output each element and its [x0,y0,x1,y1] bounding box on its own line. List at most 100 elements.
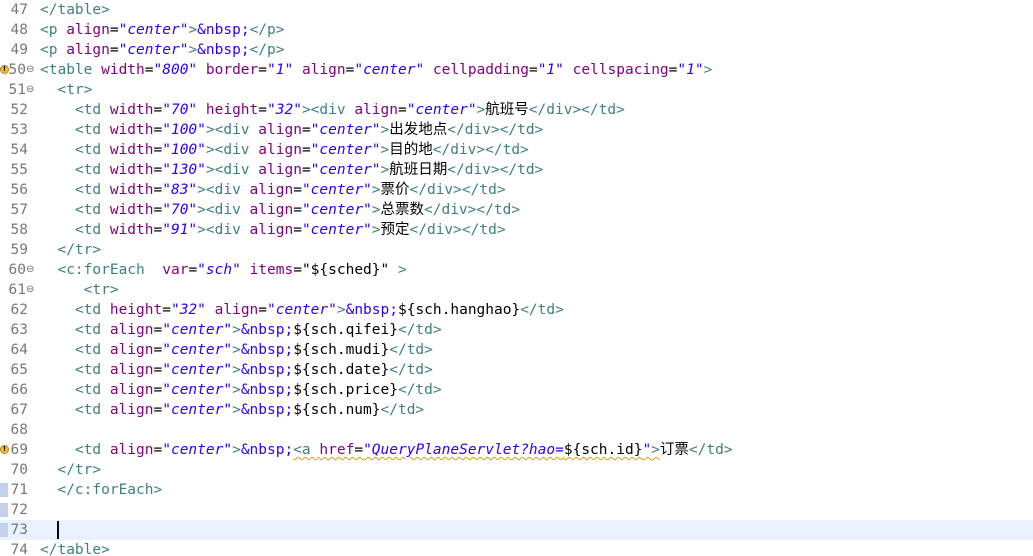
code-line[interactable]: 55 <td width="130"><div align="center">航… [0,160,1033,180]
line-number: 53 [10,122,28,138]
fold-toggle-icon[interactable]: ⊖ [26,262,34,278]
code-token: = [153,222,163,238]
code-line[interactable]: 66 <td align="center">&nbsp;${sch.price}… [0,380,1033,400]
code-text[interactable]: <td width="100"><div align="center">目的地<… [40,140,529,160]
code-line[interactable]: 64 <td align="center">&nbsp;${sch.mudi}<… [0,340,1033,360]
code-token: = [109,22,119,38]
code-text[interactable]: <td align="center">&nbsp;${sch.num}</td> [40,400,424,420]
code-token: <td [74,402,110,418]
code-line[interactable]: 71 </c:forEach> [0,480,1033,500]
code-text[interactable]: <c:forEach var="sch" items="${sched}" > [40,260,406,280]
fold-toggle-icon[interactable]: ⊖ [26,62,34,78]
code-text[interactable]: <td width="130"><div align="center">航班日期… [40,160,543,180]
code-token: </p> [249,22,285,38]
code-text[interactable]: <td height="32" align="center">&nbsp;${s… [40,300,564,320]
warning-icon[interactable]: ! [0,445,9,454]
code-text[interactable]: <td width="100"><div align="center">出发地点… [40,120,543,140]
code-text[interactable]: <td align="center">&nbsp;${sch.date}</td… [40,360,433,380]
code-token: height [109,302,163,318]
code-token: <tr> [83,282,119,298]
code-token: </tr> [57,462,102,478]
code-line[interactable]: 49 <p align="center">&nbsp;</p> [0,40,1033,60]
code-token: </div></td> [432,142,529,158]
code-text[interactable]: </tr> [40,460,101,480]
code-line[interactable]: ! 69 <td align="center">&nbsp;<a href="Qu… [0,440,1033,460]
code-token: width [109,142,154,158]
code-line[interactable]: 54 <td width="100"><div align="center">目… [0,140,1033,160]
code-token: 航班号 [485,102,529,118]
code-line[interactable]: 63 <td align="center">&nbsp;${sch.qifei}… [0,320,1033,340]
code-line[interactable]: ! 50 ⊖ <table width="800" border="1" align=… [0,60,1033,80]
code-text[interactable]: <td width="91"><div align="center">预定</d… [40,220,506,240]
line-gutter: ! 69 [0,440,38,460]
code-line[interactable]: 57 <td width="70"><div align="center">总票… [0,200,1033,220]
code-line[interactable]: 73 [0,520,1033,540]
code-text[interactable]: <td align="center">&nbsp;${sch.mudi}</td… [40,340,433,360]
code-token: ><div [301,102,355,118]
line-number: 56 [10,182,28,198]
code-line[interactable]: 60 ⊖ <c:forEach var="sch" items="${sched}… [0,260,1033,280]
code-text[interactable]: <tr> [40,80,92,100]
code-line[interactable]: 65 <td align="center">&nbsp;${sch.date}<… [0,360,1033,380]
fold-toggle-icon[interactable]: ⊖ [26,282,34,298]
code-text[interactable]: <table width="800" border="1" align="cen… [40,60,712,80]
code-text[interactable]: <p align="center">&nbsp;</p> [40,20,284,40]
code-editor[interactable]: 47 </table> 48 <p align="center">&nbsp;</p>… [0,0,1033,556]
fold-toggle-icon[interactable]: ⊖ [26,82,34,98]
code-line[interactable]: 61 ⊖ <tr> [0,280,1033,300]
code-token: = [258,302,268,318]
code-token: = [258,102,268,118]
code-line[interactable]: 74 </table> [0,540,1033,556]
code-token: <td [74,202,110,218]
code-text[interactable]: </table> [40,0,110,20]
code-line[interactable]: 59 </tr> [0,240,1033,260]
code-token: "QueryPlaneServlet?hao= [363,442,564,458]
code-line[interactable]: 67 <td align="center">&nbsp;${sch.num}</… [0,400,1033,420]
code-token: "center" [162,342,233,358]
code-text[interactable]: </c:forEach> [40,480,162,500]
code-token: <td [74,122,110,138]
code-text[interactable]: <td align="center">&nbsp;${sch.qifei}</t… [40,320,442,340]
code-line[interactable]: 68 [0,420,1033,440]
code-token: <table [40,62,102,78]
code-token: items [249,262,294,278]
code-text[interactable]: <td width="70"><div align="center">总票数</… [40,200,520,220]
code-line[interactable]: 62 <td height="32" align="center">&nbsp;… [0,300,1033,320]
code-text[interactable]: </tr> [40,240,101,260]
code-line[interactable]: 52 <td width="70" height="32"><div align… [0,100,1033,120]
code-line[interactable]: 70 </tr> [0,460,1033,480]
code-line[interactable]: 72 [0,500,1033,520]
code-token: </td> [389,362,433,378]
code-token: = [162,302,171,318]
code-token: align [66,22,110,38]
code-token: = [153,142,163,158]
code-line[interactable]: 51 ⊖ <tr> [0,80,1033,100]
code-token: > [232,402,241,418]
code-token: <td [74,382,110,398]
code-line[interactable]: 58 <td width="91"><div align="center">预定… [0,220,1033,240]
code-text[interactable]: <td width="70" height="32"><div align="c… [40,100,625,120]
code-token: </tr> [57,242,102,258]
code-token: width [101,62,145,78]
code-token: </td> [380,402,425,418]
code-line[interactable]: 56 <td width="83"><div align="center">票价… [0,180,1033,200]
code-text[interactable]: <td align="center">&nbsp;<a href="QueryP… [40,440,733,460]
code-text[interactable]: <tr> [40,280,119,300]
code-token: "center" [310,142,381,158]
code-token: "center" [162,382,233,398]
code-text[interactable]: <td width="83"><div align="center">票价</d… [40,180,506,200]
code-text[interactable]: <p align="center">&nbsp;</p> [40,40,284,60]
code-text[interactable]: <td align="center">&nbsp;${sch.price}</t… [40,380,442,400]
code-token: ><div [197,182,250,198]
code-line[interactable]: 53 <td width="100"><div align="center">出… [0,120,1033,140]
code-line[interactable]: 47 </table> [0,0,1033,20]
code-text[interactable]: </table> [40,540,110,556]
code-token: = [301,162,311,178]
code-line[interactable]: 48 <p align="center">&nbsp;</p> [0,20,1033,40]
code-token: "center" [406,102,477,118]
